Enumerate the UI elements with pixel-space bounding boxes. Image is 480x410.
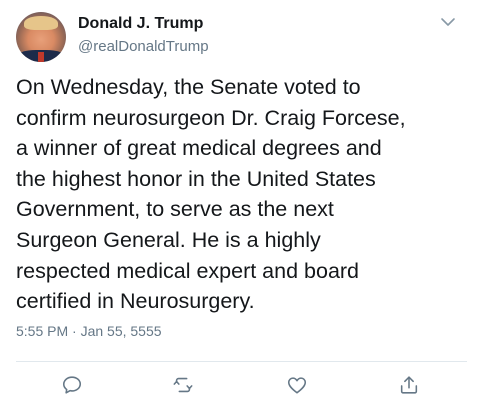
chevron-down-icon[interactable] (440, 14, 456, 30)
avatar[interactable] (16, 12, 66, 62)
reply-icon (62, 376, 82, 394)
author-handle[interactable]: @realDonaldTrump (78, 38, 209, 55)
retweet-icon (173, 377, 193, 393)
divider (16, 361, 467, 362)
like-icon (287, 377, 307, 394)
reply-button[interactable] (59, 372, 85, 398)
avatar-hair (24, 16, 58, 30)
retweet-button[interactable] (170, 372, 196, 398)
share-button[interactable] (396, 372, 422, 398)
like-button[interactable] (284, 372, 310, 398)
tweet-timestamp[interactable]: 5:55 PM · Jan 55, 5555 (16, 323, 162, 339)
tweet-card: Donald J. Trump @realDonaldTrump On Wedn… (0, 0, 480, 410)
share-icon (400, 376, 418, 394)
avatar-tie (38, 52, 44, 62)
author-name[interactable]: Donald J. Trump (78, 15, 203, 33)
tweet-text: On Wednesday, the Senate voted to confir… (16, 75, 406, 314)
